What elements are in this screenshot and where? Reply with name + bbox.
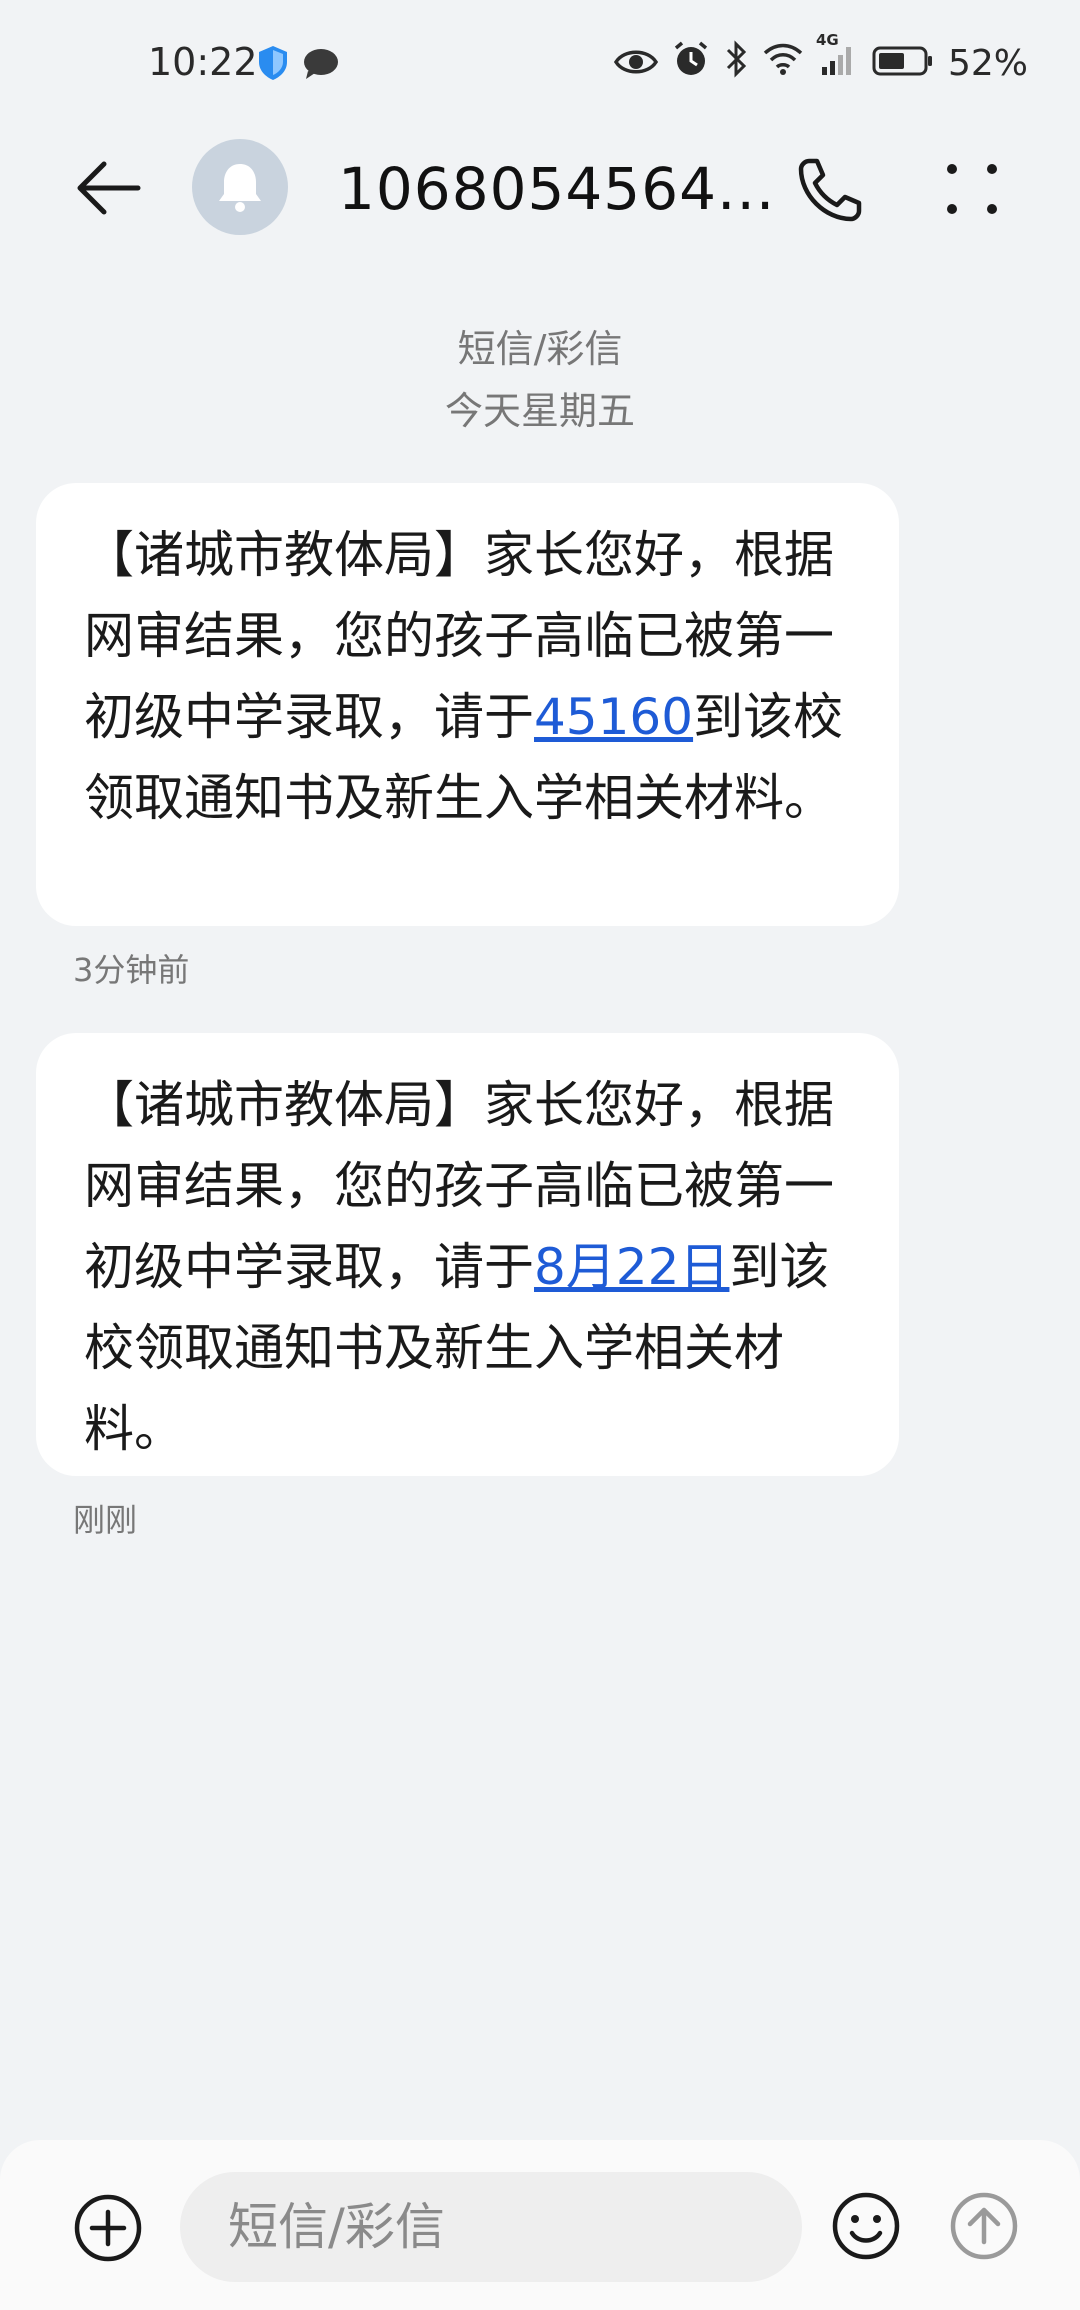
message-icon [302, 46, 340, 90]
send-button[interactable] [948, 2190, 1020, 2262]
emoji-icon [832, 2192, 900, 2260]
emoji-button[interactable] [830, 2190, 902, 2262]
message-input[interactable] [180, 2172, 802, 2282]
more-options-button[interactable] [942, 159, 1002, 219]
battery-percent: 52% [947, 43, 1028, 84]
phone-icon [798, 158, 862, 222]
shield-icon [256, 44, 290, 91]
alarm-icon [672, 40, 710, 87]
call-button[interactable] [795, 155, 865, 225]
battery-icon [872, 42, 934, 86]
message-composer [0, 2140, 1080, 2310]
conversation-header: 1068054564... [0, 125, 1080, 250]
status-bar: 10:22 4G 52% [0, 0, 1080, 125]
message-timestamp: 刚刚 [73, 1501, 138, 1539]
add-icon [74, 2194, 142, 2262]
message-bubble[interactable]: 【诸城市教体局】家长您好，根据网审结果，您的孩子高临已被第一初级中学录取，请于8… [36, 1033, 899, 1476]
thread-type-label: 短信/彩信 [457, 327, 623, 371]
thread-date-header: 短信/彩信 今天星期五 [0, 318, 1080, 442]
status-left-icons [256, 44, 340, 91]
avatar[interactable] [192, 139, 288, 235]
signal-icon: 4G [816, 31, 858, 86]
eye-icon [613, 42, 659, 86]
message-link[interactable]: 8月22日 [534, 1238, 729, 1296]
message-bubble[interactable]: 【诸城市教体局】家长您好，根据网审结果，您的孩子高临已被第一初级中学录取，请于4… [36, 483, 899, 926]
bluetooth-icon [724, 40, 748, 87]
contact-name[interactable]: 1068054564... [338, 155, 775, 223]
bell-icon [219, 164, 261, 212]
send-icon [950, 2192, 1018, 2260]
back-button[interactable] [68, 153, 148, 223]
wifi-icon [762, 41, 804, 86]
back-arrow-icon [77, 161, 141, 215]
thread-date-label: 今天星期五 [444, 389, 635, 433]
message-timestamp: 3分钟前 [73, 951, 190, 989]
message-link[interactable]: 45160 [534, 688, 693, 746]
status-right: 4G 52% [613, 31, 1028, 87]
add-attachment-button[interactable] [72, 2192, 144, 2264]
status-time: 10:22 [148, 40, 258, 84]
network-type-label: 4G [815, 31, 839, 49]
more-dots-icon [947, 164, 997, 214]
